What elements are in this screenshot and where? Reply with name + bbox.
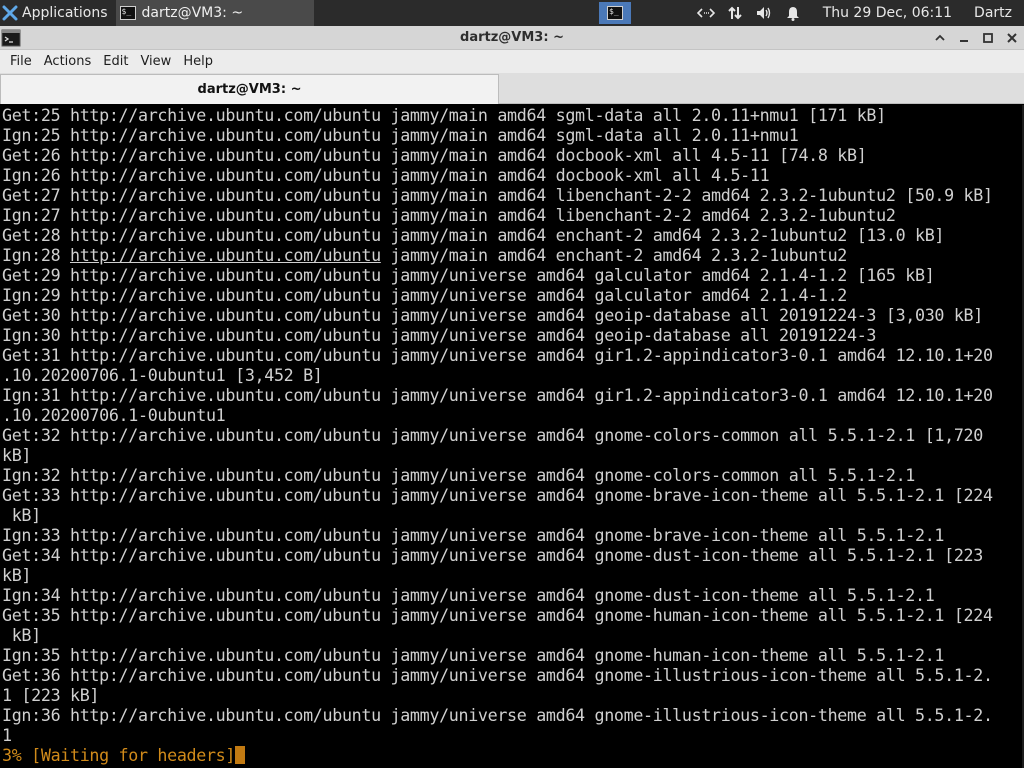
menu-view[interactable]: View (135, 54, 177, 69)
terminal-line: Get:28 http://archive.ubuntu.com/ubuntu … (2, 225, 945, 245)
terminal-line: Get:34 http://archive.ubuntu.com/ubuntu … (2, 545, 983, 565)
terminal-line: Ign:25 http://archive.ubuntu.com/ubuntu … (2, 125, 799, 145)
terminal-output[interactable]: Get:25 http://archive.ubuntu.com/ubuntu … (0, 105, 1022, 768)
bell-icon[interactable] (785, 5, 801, 21)
user-menu[interactable]: Dartz (974, 5, 1012, 21)
terminal-line: 1 [223 kB] (2, 685, 100, 705)
top-panel: Applications $_ dartz@VM3: ~ $_ Thu 29 D… (0, 0, 1024, 26)
terminal-line: .10.20200706.1-0ubuntu1 [3,452 B] (2, 365, 323, 385)
applications-menu-button[interactable]: Applications (0, 0, 112, 26)
terminal-link[interactable]: http://archive.ubuntu.com/ubuntu (70, 245, 381, 265)
terminal-line: kB] (2, 505, 41, 525)
terminal-line: Ign:26 http://archive.ubuntu.com/ubuntu … (2, 165, 770, 185)
terminal-line: 1 (2, 725, 12, 745)
tab-label: dartz@VM3: ~ (197, 82, 302, 97)
terminal-progress-line: 3% [Waiting for headers] (0, 745, 1022, 765)
collapse-icon[interactable] (932, 30, 948, 46)
menu-actions[interactable]: Actions (39, 54, 98, 69)
terminal-line: Get:36 http://archive.ubuntu.com/ubuntu … (2, 665, 993, 685)
terminal-line: Get:29 http://archive.ubuntu.com/ubuntu … (2, 265, 935, 285)
terminal-cursor (235, 746, 246, 764)
terminal-line: Ign:34 http://archive.ubuntu.com/ubuntu … (2, 585, 935, 605)
window-titlebar[interactable]: dartz@VM3: ~ (0, 26, 1024, 50)
terminal-line: Ign:30 http://archive.ubuntu.com/ubuntu … (2, 325, 877, 345)
xfce-logo-icon (2, 5, 18, 21)
terminal-line: .10.20200706.1-0ubuntu1 (2, 405, 226, 425)
terminal-line: Ign:36 http://archive.ubuntu.com/ubuntu … (2, 705, 993, 725)
terminal-line: Ign:27 http://archive.ubuntu.com/ubuntu … (2, 205, 896, 225)
menu-bar: File Actions Edit View Help (0, 50, 1024, 73)
progress-status: 3% [Waiting for headers] (2, 745, 236, 765)
terminal-line: Ign:28 http://archive.ubuntu.com/ubuntu … (2, 245, 848, 265)
terminal-icon: $_ (119, 6, 136, 20)
terminal-icon: $_ (607, 6, 623, 20)
terminal-line: Ign:33 http://archive.ubuntu.com/ubuntu … (2, 525, 945, 545)
menu-file[interactable]: File (0, 54, 38, 69)
menu-help[interactable]: Help (178, 54, 219, 69)
terminal-line: Get:26 http://archive.ubuntu.com/ubuntu … (2, 145, 867, 165)
terminal-line: Get:35 http://archive.ubuntu.com/ubuntu … (2, 605, 993, 625)
terminal-line: Ign:31 http://archive.ubuntu.com/ubuntu … (2, 385, 993, 405)
tab-terminal[interactable]: dartz@VM3: ~ (0, 74, 499, 104)
terminal-line: Get:30 http://archive.ubuntu.com/ubuntu … (2, 305, 983, 325)
minimize-button[interactable] (956, 30, 972, 46)
taskbar-item-terminal[interactable]: $_ dartz@VM3: ~ (115, 0, 314, 26)
workspace-switcher[interactable]: $_ (599, 2, 631, 24)
maximize-button[interactable] (980, 30, 996, 46)
terminal-line: kB] (2, 565, 32, 585)
terminal-line: Get:32 http://archive.ubuntu.com/ubuntu … (2, 425, 983, 445)
terminal-line: kB] (2, 445, 32, 465)
terminal-line: Ign:32 http://archive.ubuntu.com/ubuntu … (2, 465, 915, 485)
terminal-line: Ign:29 http://archive.ubuntu.com/ubuntu … (2, 285, 848, 305)
volume-icon[interactable] (755, 5, 773, 21)
close-button[interactable] (1004, 30, 1020, 46)
terminal-line: Get:27 http://archive.ubuntu.com/ubuntu … (2, 185, 993, 205)
terminal-line: Get:31 http://archive.ubuntu.com/ubuntu … (2, 345, 993, 365)
window-title: dartz@VM3: ~ (460, 30, 564, 45)
applications-label: Applications (22, 5, 108, 21)
code-icon[interactable] (696, 6, 715, 20)
terminal-line: Get:25 http://archive.ubuntu.com/ubuntu … (2, 105, 886, 125)
terminal-line: Get:33 http://archive.ubuntu.com/ubuntu … (2, 485, 993, 505)
taskbar-item-label: dartz@VM3: ~ (141, 5, 244, 21)
system-tray: Thu 29 Dec, 06:11 Dartz (696, 0, 1024, 26)
clock[interactable]: Thu 29 Dec, 06:11 (823, 5, 952, 21)
network-icon[interactable] (727, 5, 743, 21)
menu-edit[interactable]: Edit (98, 54, 134, 69)
terminal-line: kB] (2, 625, 41, 645)
tab-bar: dartz@VM3: ~ (0, 73, 1024, 104)
terminal-line: Ign:35 http://archive.ubuntu.com/ubuntu … (2, 645, 945, 665)
